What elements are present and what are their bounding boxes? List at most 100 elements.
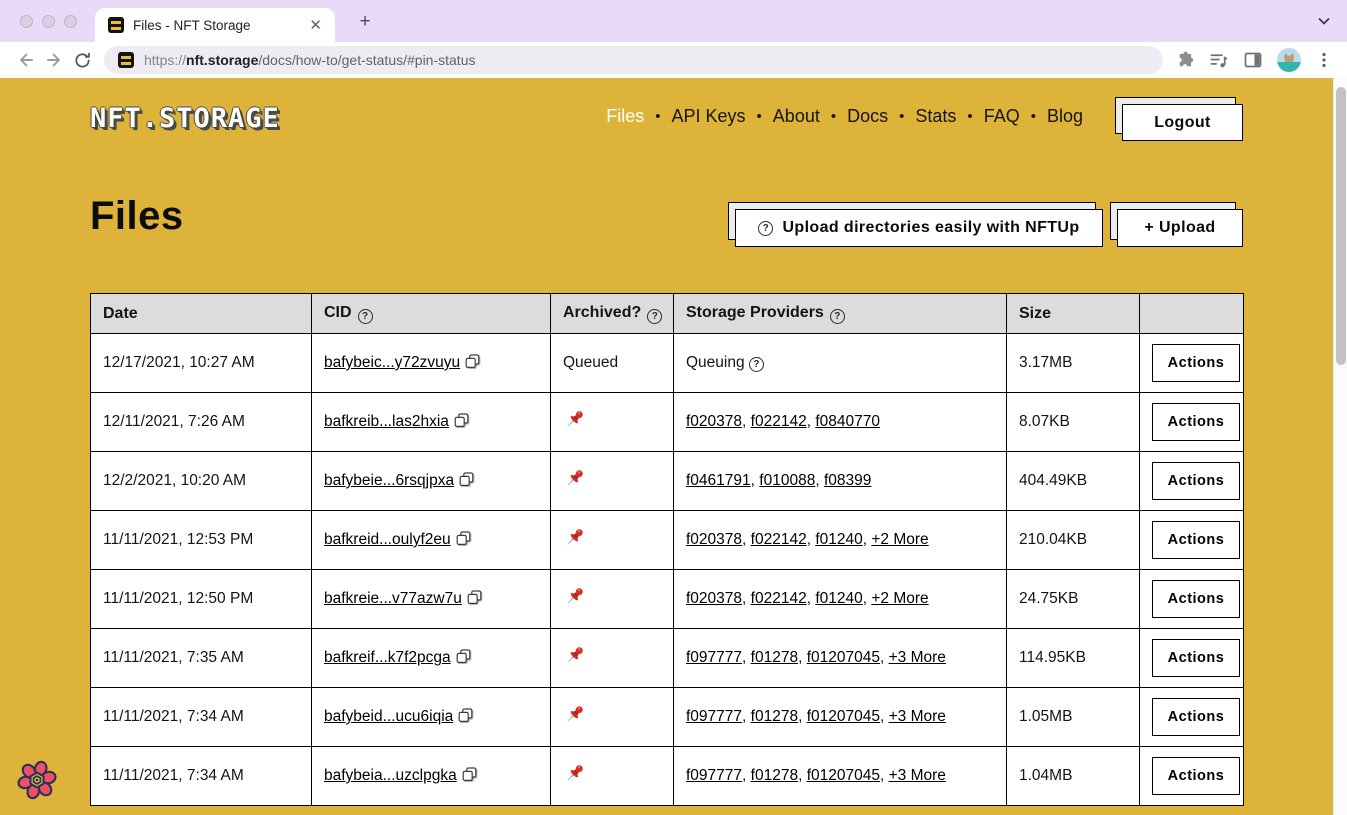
actions-button[interactable]: Actions <box>1152 344 1240 382</box>
nav-item-files[interactable]: Files <box>606 106 644 127</box>
forward-button[interactable] <box>40 46 68 74</box>
nav-item-docs[interactable]: Docs <box>847 106 888 127</box>
minimize-window-button[interactable] <box>42 15 55 28</box>
provider-link[interactable]: +3 More <box>889 649 946 666</box>
actions-button[interactable]: Actions <box>1152 639 1240 677</box>
actions-button[interactable]: Actions <box>1152 403 1240 441</box>
copy-icon[interactable] <box>456 531 471 546</box>
cell-actions: Actions <box>1140 334 1244 393</box>
scrollbar-thumb[interactable] <box>1336 87 1346 365</box>
help-icon[interactable]: ? <box>749 357 764 372</box>
side-panel-icon[interactable] <box>1243 50 1263 70</box>
browser-tab[interactable]: Files - NFT Storage ✕ <box>95 8 335 42</box>
nft-storage-page: NFT.STORAGE Files•API Keys•About•Docs•St… <box>0 78 1333 815</box>
provider-link[interactable]: f01278 <box>751 767 798 784</box>
actions-button[interactable]: Actions <box>1152 462 1240 500</box>
browser-menu-icon[interactable] <box>1315 51 1333 69</box>
column-header: Size <box>1007 294 1140 334</box>
table-row: 11/11/2021, 12:53 PM bafkreid...oulyf2eu… <box>91 511 1244 570</box>
provider-link[interactable]: f01240 <box>815 590 862 607</box>
copy-icon[interactable] <box>456 649 471 664</box>
provider-link[interactable]: f0840770 <box>815 413 880 430</box>
media-controls-icon[interactable] <box>1208 50 1229 71</box>
nav-item-blog[interactable]: Blog <box>1047 106 1083 127</box>
help-icon[interactable]: ? <box>830 309 845 324</box>
nav-item-api-keys[interactable]: API Keys <box>672 106 746 127</box>
back-button[interactable] <box>12 46 40 74</box>
provider-link[interactable]: f097777 <box>686 649 742 666</box>
actions-button[interactable]: Actions <box>1152 580 1240 618</box>
provider-link[interactable]: f020378 <box>686 590 742 607</box>
actions-button[interactable]: Actions <box>1152 757 1240 795</box>
copy-icon[interactable] <box>459 472 474 487</box>
provider-link[interactable]: f097777 <box>686 708 742 725</box>
nftup-button[interactable]: ? Upload directories easily with NFTUp <box>735 209 1103 247</box>
nav-item-about[interactable]: About <box>773 106 820 127</box>
provider-link[interactable]: f020378 <box>686 531 742 548</box>
provider-link[interactable]: f01278 <box>751 708 798 725</box>
cid-link[interactable]: bafybeie...6rsqjpxa <box>324 472 454 489</box>
cid-link[interactable]: bafybeid...ucu6iqia <box>324 708 453 725</box>
cell-date: 11/11/2021, 7:34 AM <box>91 747 312 806</box>
close-window-button[interactable] <box>20 15 33 28</box>
cell-cid: bafkreid...oulyf2eu <box>312 511 551 570</box>
provider-link[interactable]: f022142 <box>751 531 807 548</box>
logout-button[interactable]: Logout <box>1122 104 1243 141</box>
cid-link[interactable]: bafkreid...oulyf2eu <box>324 531 451 548</box>
provider-link[interactable]: f022142 <box>751 413 807 430</box>
copy-icon[interactable] <box>467 590 482 605</box>
site-logo[interactable]: NFT.STORAGE <box>90 103 280 134</box>
extensions-puzzle-icon[interactable] <box>1173 50 1194 71</box>
cell-date: 11/11/2021, 12:53 PM <box>91 511 312 570</box>
nav-item-faq[interactable]: FAQ <box>984 106 1020 127</box>
help-icon[interactable]: ? <box>358 309 373 324</box>
address-bar[interactable]: https://nft.storage/docs/how-to/get-stat… <box>104 46 1163 74</box>
provider-link[interactable]: f08399 <box>824 472 871 489</box>
provider-link[interactable]: f020378 <box>686 413 742 430</box>
provider-link[interactable]: f01207045 <box>807 767 880 784</box>
cell-archived <box>551 629 674 688</box>
cid-link[interactable]: bafybeic...y72zvuyu <box>324 354 460 371</box>
provider-link[interactable]: +3 More <box>889 767 946 784</box>
nftup-button-wrap: ? Upload directories easily with NFTUp <box>735 209 1103 247</box>
new-tab-button[interactable]: + <box>352 9 378 35</box>
upload-button[interactable]: + Upload <box>1117 209 1243 247</box>
cell-providers: f020378, f022142, f01240, +2 More <box>674 570 1007 629</box>
nftup-button-label: Upload directories easily with NFTUp <box>782 219 1079 237</box>
provider-link[interactable]: f01240 <box>815 531 862 548</box>
provider-link[interactable]: f01207045 <box>807 649 880 666</box>
cid-link[interactable]: bafybeia...uzclpgka <box>324 767 457 784</box>
cell-date: 11/11/2021, 7:35 AM <box>91 629 312 688</box>
provider-separator: , <box>742 649 751 666</box>
provider-link[interactable]: f01278 <box>751 649 798 666</box>
help-icon[interactable]: ? <box>647 309 662 324</box>
provider-link[interactable]: f097777 <box>686 767 742 784</box>
copy-icon[interactable] <box>462 767 477 782</box>
tab-close-icon[interactable]: ✕ <box>306 16 325 34</box>
copy-icon[interactable] <box>465 354 480 369</box>
cell-archived <box>551 570 674 629</box>
actions-button[interactable]: Actions <box>1152 698 1240 736</box>
zoom-window-button[interactable] <box>64 15 77 28</box>
provider-link[interactable]: +2 More <box>871 531 928 548</box>
files-table-header-row: DateCID?Archived??Storage Providers?Size <box>91 294 1244 334</box>
nav-separator: • <box>1031 108 1036 125</box>
reload-button[interactable] <box>68 46 96 74</box>
provider-link[interactable]: f010088 <box>759 472 815 489</box>
provider-link[interactable]: f022142 <box>751 590 807 607</box>
copy-icon[interactable] <box>454 413 469 428</box>
nav-item-stats[interactable]: Stats <box>915 106 956 127</box>
cid-link[interactable]: bafkreib...las2hxia <box>324 413 449 430</box>
provider-link[interactable]: f01207045 <box>807 708 880 725</box>
provider-link[interactable]: +2 More <box>871 590 928 607</box>
tab-search-chevron-icon[interactable] <box>1315 12 1333 30</box>
actions-button[interactable]: Actions <box>1152 521 1240 559</box>
provider-link[interactable]: +3 More <box>889 708 946 725</box>
cid-link[interactable]: bafkreif...k7f2pcga <box>324 649 451 666</box>
address-favicon-icon <box>118 52 134 68</box>
cid-link[interactable]: bafkreie...v77azw7u <box>324 590 462 607</box>
copy-icon[interactable] <box>458 708 473 723</box>
provider-link[interactable]: f0461791 <box>686 472 751 489</box>
profile-avatar[interactable] <box>1277 48 1301 72</box>
flower-sticker-icon <box>16 759 58 801</box>
